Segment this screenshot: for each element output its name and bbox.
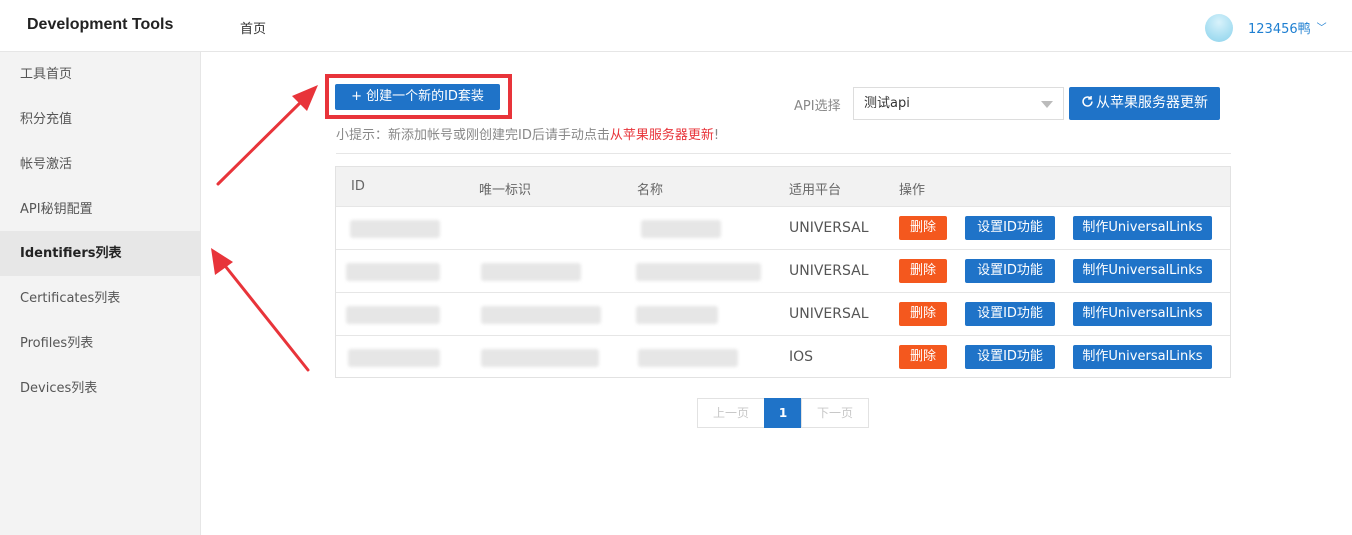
platform-cell: UNIVERSAL (789, 220, 869, 236)
user-name: 123456鸭 (1248, 22, 1311, 37)
api-select[interactable]: 测试api (853, 87, 1064, 120)
column-header-platform: 适用平台 (789, 183, 842, 198)
make-universal-links-button[interactable]: 制作UniversalLinks (1073, 259, 1212, 283)
sidebar-item-certificates[interactable]: Certificates列表 (0, 276, 200, 321)
chevron-down-icon: ﹀ (1316, 23, 1327, 34)
nav-home-link[interactable]: 首页 (240, 18, 266, 37)
redacted-name (638, 349, 738, 367)
platform-cell: UNIVERSAL (789, 263, 869, 279)
column-header-name: 名称 (637, 183, 664, 198)
annotation-arrow-to-create (216, 96, 307, 186)
arrowhead-icon (211, 248, 233, 275)
set-id-features-button[interactable]: 设置ID功能 (965, 216, 1055, 240)
redacted-id (348, 349, 440, 367)
delete-button[interactable]: 删除 (899, 345, 947, 369)
hint-text: 小提示：新添加帐号或刚创建完ID后请手动点击从苹果服务器更新! (336, 124, 719, 143)
sidebar-item-api-keys[interactable]: API秘钥配置 (0, 187, 200, 232)
annotation-arrow-to-sidebar (220, 260, 310, 372)
column-header-actions: 操作 (899, 183, 926, 198)
hint-refresh-link[interactable]: 从苹果服务器更新 (610, 128, 714, 143)
table-row: IOS 删除 设置ID功能 制作UniversalLinks (336, 335, 1230, 378)
sidebar-item-identifiers[interactable]: Identifiers列表 (0, 231, 200, 276)
make-universal-links-button[interactable]: 制作UniversalLinks (1073, 216, 1212, 240)
redacted-name (636, 306, 718, 324)
redacted-name (641, 220, 721, 238)
column-header-id: ID (351, 179, 365, 194)
identifiers-table: ID 唯一标识 名称 适用平台 操作 UNIVERSAL 删除 设置ID功能 制… (335, 166, 1231, 378)
sidebar-item-recharge[interactable]: 积分充值 (0, 97, 200, 142)
arrowhead-icon (292, 85, 318, 111)
redacted-bundle-id (481, 263, 581, 281)
set-id-features-button[interactable]: 设置ID功能 (965, 302, 1055, 326)
table-row: UNIVERSAL 删除 设置ID功能 制作UniversalLinks (336, 249, 1230, 292)
sidebar-item-devices[interactable]: Devices列表 (0, 366, 200, 411)
divider (336, 153, 1231, 154)
hint-prefix: 小提示：新添加帐号或刚创建完ID后请手动点击 (336, 128, 610, 143)
make-universal-links-button[interactable]: 制作UniversalLinks (1073, 345, 1212, 369)
user-menu[interactable]: 123456鸭 ﹀ (1248, 18, 1327, 37)
table-header: ID 唯一标识 名称 适用平台 操作 (336, 167, 1230, 206)
hint-suffix: ! (713, 128, 720, 143)
sidebar: 工具首页 积分充值 帐号激活 API秘钥配置 Identifiers列表 Cer… (0, 52, 201, 535)
avatar[interactable] (1205, 14, 1233, 42)
make-universal-links-button[interactable]: 制作UniversalLinks (1073, 302, 1212, 326)
redacted-bundle-id (481, 349, 599, 367)
refresh-from-apple-button[interactable]: 从苹果服务器更新 (1069, 87, 1220, 120)
prev-page-button[interactable]: 上一页 (697, 398, 765, 428)
table-row: UNIVERSAL 删除 设置ID功能 制作UniversalLinks (336, 206, 1230, 249)
delete-button[interactable]: 删除 (899, 302, 947, 326)
platform-cell: IOS (789, 349, 814, 365)
redacted-id (346, 263, 440, 281)
dropdown-caret-icon (1041, 101, 1053, 108)
refresh-icon (1082, 95, 1093, 107)
sidebar-item-home[interactable]: 工具首页 (0, 52, 200, 97)
app-title: Development Tools (27, 16, 174, 33)
top-bar: Development Tools 首页 123456鸭 ﹀ (0, 0, 1352, 52)
api-select-value: 测试api (864, 96, 910, 111)
set-id-features-button[interactable]: 设置ID功能 (965, 345, 1055, 369)
refresh-button-label: 从苹果服务器更新 (1096, 95, 1208, 111)
redacted-id (346, 306, 440, 324)
next-page-button[interactable]: 下一页 (801, 398, 869, 428)
delete-button[interactable]: 删除 (899, 216, 947, 240)
column-header-bundle-id: 唯一标识 (479, 183, 532, 198)
set-id-features-button[interactable]: 设置ID功能 (965, 259, 1055, 283)
redacted-id (350, 220, 440, 238)
platform-cell: UNIVERSAL (789, 306, 869, 322)
redacted-name (636, 263, 761, 281)
delete-button[interactable]: 删除 (899, 259, 947, 283)
table-row: UNIVERSAL 删除 设置ID功能 制作UniversalLinks (336, 292, 1230, 335)
current-page-button[interactable]: 1 (764, 398, 802, 428)
api-select-label: API选择 (794, 99, 841, 114)
sidebar-item-profiles[interactable]: Profiles列表 (0, 321, 200, 366)
create-id-button[interactable]: + 创建一个新的ID套装 (335, 84, 500, 110)
redacted-bundle-id (481, 306, 601, 324)
sidebar-item-activate[interactable]: 帐号激活 (0, 142, 200, 187)
